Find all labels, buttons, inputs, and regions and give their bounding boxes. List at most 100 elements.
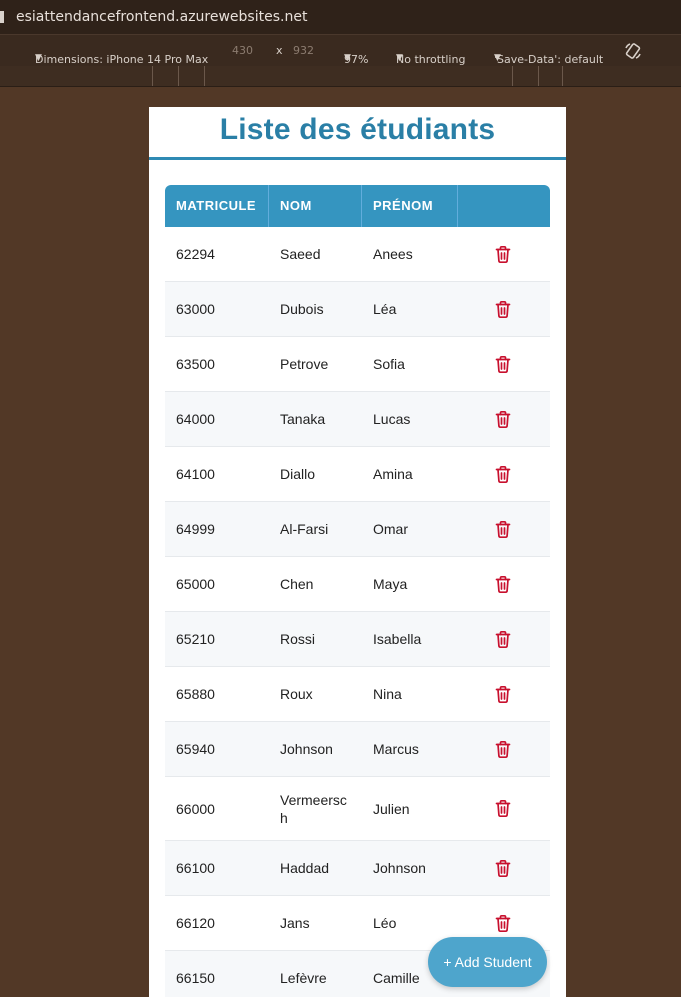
cell-actions	[458, 722, 550, 776]
cell-actions	[458, 841, 550, 895]
cell-nom: Lefèvre	[280, 970, 327, 986]
column-header-prenom[interactable]: PRÉNOM	[362, 185, 458, 227]
cell-actions	[458, 502, 550, 556]
students-table: MATRICULE NOM PRÉNOM 62294 Saeed Anees 6300…	[165, 185, 550, 997]
chevron-down-icon: ▼	[344, 53, 351, 63]
cell-prenom: Julien	[373, 800, 410, 817]
cell-matricule: 64999	[176, 521, 215, 537]
cell-matricule: 66000	[176, 800, 215, 817]
trash-icon[interactable]	[492, 857, 514, 879]
page-title: Liste des étudiants	[219, 113, 496, 146]
table-row: 62294 Saeed Anees	[165, 227, 550, 282]
cell-matricule: 66150	[176, 970, 215, 986]
cell-actions	[458, 777, 550, 840]
cell-actions	[458, 557, 550, 611]
table-row: 64100 Diallo Amina	[165, 447, 550, 502]
trash-icon[interactable]	[492, 463, 514, 485]
trash-icon[interactable]	[492, 353, 514, 375]
mobile-viewport: Liste des étudiants MATRICULE NOM PRÉNOM…	[149, 107, 566, 997]
url-text[interactable]: esiattendancefrontend.azurewebsites.net	[16, 0, 307, 34]
chevron-down-icon: ▼	[494, 53, 501, 63]
trash-icon[interactable]	[492, 912, 514, 934]
trash-icon[interactable]	[492, 408, 514, 430]
cell-prenom: Lucas	[373, 411, 411, 427]
cell-nom: Petrove	[280, 356, 329, 372]
column-header-nom[interactable]: NOM	[269, 185, 362, 227]
rotate-icon[interactable]	[624, 42, 642, 63]
save-data-label: 'Save-Data': default	[494, 53, 604, 66]
column-header-matricule[interactable]: MATRICULE	[165, 185, 269, 227]
cell-matricule: 64100	[176, 466, 215, 482]
height-field[interactable]: 932	[293, 44, 314, 57]
cell-nom: Diallo	[280, 466, 316, 482]
cell-actions	[458, 282, 550, 336]
table-row: 65000 Chen Maya	[165, 557, 550, 612]
width-field[interactable]: 430	[232, 44, 253, 57]
cell-actions	[458, 227, 550, 281]
cell-nom: Tanaka	[280, 411, 326, 427]
throttling-label: No throttling	[396, 53, 466, 66]
trash-icon[interactable]	[492, 738, 514, 760]
table-row: 63500 Petrove Sofia	[165, 337, 550, 392]
table-row: 66100 Haddad Johnson	[165, 841, 550, 896]
cell-prenom: Isabella	[373, 631, 422, 647]
chevron-down-icon: ▼	[35, 53, 42, 63]
cell-prenom: Maya	[373, 576, 408, 592]
table-row: 64000 Tanaka Lucas	[165, 392, 550, 447]
table-body: 62294 Saeed Anees 63000 Dubois Léa 63500 Petrov…	[165, 227, 550, 997]
trash-icon[interactable]	[492, 298, 514, 320]
table-row: 65210 Rossi Isabella	[165, 612, 550, 667]
cell-matricule: 63500	[176, 356, 215, 372]
table-row: 65940 Johnson Marcus	[165, 722, 550, 777]
cell-nom: Rossi	[280, 631, 316, 647]
cell-nom: Dubois	[280, 301, 324, 317]
trash-icon[interactable]	[492, 628, 514, 650]
trash-icon[interactable]	[492, 518, 514, 540]
table-row: 66000 Vermeersch Julien	[165, 777, 550, 841]
cell-actions	[458, 337, 550, 391]
device-select-label: Dimensions: iPhone 14 Pro Max	[35, 53, 209, 66]
cell-prenom: Sofia	[373, 356, 405, 372]
cell-nom: Jans	[280, 915, 310, 931]
column-header-actions	[458, 185, 550, 227]
table-header: MATRICULE NOM PRÉNOM	[165, 185, 550, 227]
cell-prenom: Nina	[373, 686, 402, 702]
cell-matricule: 62294	[176, 246, 215, 262]
dimension-separator: x	[276, 44, 283, 57]
cell-matricule: 66120	[176, 915, 215, 931]
table-row: 65880 Roux Nina	[165, 667, 550, 722]
cell-nom: Al-Farsi	[280, 521, 329, 537]
cell-prenom: Anees	[373, 246, 413, 262]
cell-prenom: Omar	[373, 521, 408, 537]
table-row: 64999 Al-Farsi Omar	[165, 502, 550, 557]
title-divider	[149, 157, 566, 160]
cell-matricule: 65000	[176, 576, 215, 592]
devtools-device-toolbar: Dimensions: iPhone 14 Pro Max ▼ 430 x 93…	[0, 34, 681, 67]
cell-prenom: Amina	[373, 466, 413, 482]
table-row: 63000 Dubois Léa	[165, 282, 550, 337]
cell-nom: Roux	[280, 686, 313, 702]
trash-icon[interactable]	[492, 798, 514, 820]
cell-nom: Chen	[280, 576, 314, 592]
cell-prenom: Johnson	[373, 860, 426, 876]
cell-actions	[458, 447, 550, 501]
trash-icon[interactable]	[492, 243, 514, 265]
browser-address-bar[interactable]: esiattendancefrontend.azurewebsites.net	[0, 0, 681, 34]
cell-matricule: 65940	[176, 741, 215, 757]
cell-matricule: 66100	[176, 860, 215, 876]
chevron-down-icon: ▼	[396, 53, 403, 63]
cell-matricule: 64000	[176, 411, 215, 427]
cell-nom: Johnson	[280, 741, 333, 757]
trash-icon[interactable]	[492, 573, 514, 595]
cell-actions	[458, 612, 550, 666]
cell-nom: Haddad	[280, 860, 330, 876]
cell-nom: Saeed	[280, 246, 321, 262]
cell-matricule: 65210	[176, 631, 215, 647]
trash-icon[interactable]	[492, 683, 514, 705]
cell-actions	[458, 392, 550, 446]
cell-actions	[458, 667, 550, 721]
media-query-ruler[interactable]	[0, 66, 681, 87]
cell-matricule: 65880	[176, 686, 215, 702]
site-info-icon[interactable]	[0, 11, 4, 23]
add-student-button[interactable]: + Add Student	[428, 937, 547, 987]
